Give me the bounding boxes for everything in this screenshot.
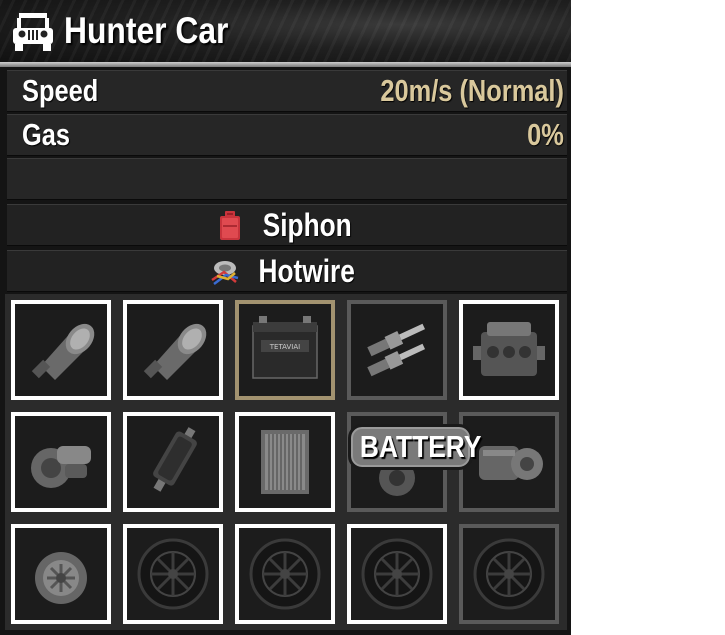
part-slot-headlight[interactable] (123, 300, 223, 400)
headlight-icon (143, 323, 207, 380)
siphon-button[interactable]: Siphon (7, 204, 567, 246)
starter-motor-icon (31, 446, 91, 488)
car-battery-icon: TETAVIAI (252, 316, 318, 379)
tooltip-label: BATTERY (359, 429, 482, 464)
spark-plugs-icon (367, 323, 426, 377)
jeep-icon (13, 13, 53, 51)
part-slot-engine[interactable] (459, 300, 559, 400)
gas-can-icon (219, 211, 240, 240)
headlight-icon (31, 323, 95, 380)
part-slot-fuel-filter[interactable] (123, 412, 223, 512)
part-slot-starter[interactable] (11, 412, 111, 512)
alternator-icon (35, 552, 87, 604)
parts-grid: TETAVIAI (5, 294, 567, 630)
stat-row-empty (7, 158, 567, 200)
siphon-label: Siphon (262, 206, 352, 243)
stat-label: Gas (22, 117, 71, 152)
wheel-icon (137, 538, 209, 610)
vehicle-panel: Hunter Car Speed 20m/s (Normal) Gas 0% S… (0, 0, 571, 635)
panel-header: Hunter Car (0, 0, 571, 62)
part-slot-battery[interactable]: TETAVIAI (235, 300, 335, 400)
part-slot-alternator[interactable] (11, 524, 111, 624)
vehicle-title: Hunter Car (64, 10, 229, 51)
wheel-icon (361, 538, 433, 610)
wheel-icon (473, 538, 545, 610)
hotwire-button[interactable]: Hotwire (7, 250, 567, 292)
part-slot-wheel[interactable] (459, 524, 559, 624)
hotwire-icon (211, 261, 239, 285)
stat-value: 20m/s (Normal) (380, 73, 564, 108)
stat-value: 0% (527, 117, 564, 152)
part-slot-radiator[interactable] (235, 412, 335, 512)
stat-label: Speed (22, 73, 99, 108)
stat-row-speed: Speed 20m/s (Normal) (7, 70, 567, 112)
hotwire-label: Hotwire (258, 252, 356, 289)
battery-tooltip: BATTERY (348, 424, 482, 470)
part-slot-headlight[interactable] (11, 300, 111, 400)
radiator-icon (261, 430, 309, 494)
part-slot-spark-plugs[interactable] (347, 300, 447, 400)
part-slot-wheel[interactable] (123, 524, 223, 624)
wheel-icon (249, 538, 321, 610)
battery-brand-text: TETAVIAI (269, 343, 300, 351)
fuel-filter-icon (153, 427, 197, 492)
engine-icon (473, 322, 545, 376)
stat-row-gas: Gas 0% (7, 114, 567, 156)
header-divider (0, 62, 571, 67)
part-slot-wheel[interactable] (347, 524, 447, 624)
part-slot-wheel[interactable] (235, 524, 335, 624)
